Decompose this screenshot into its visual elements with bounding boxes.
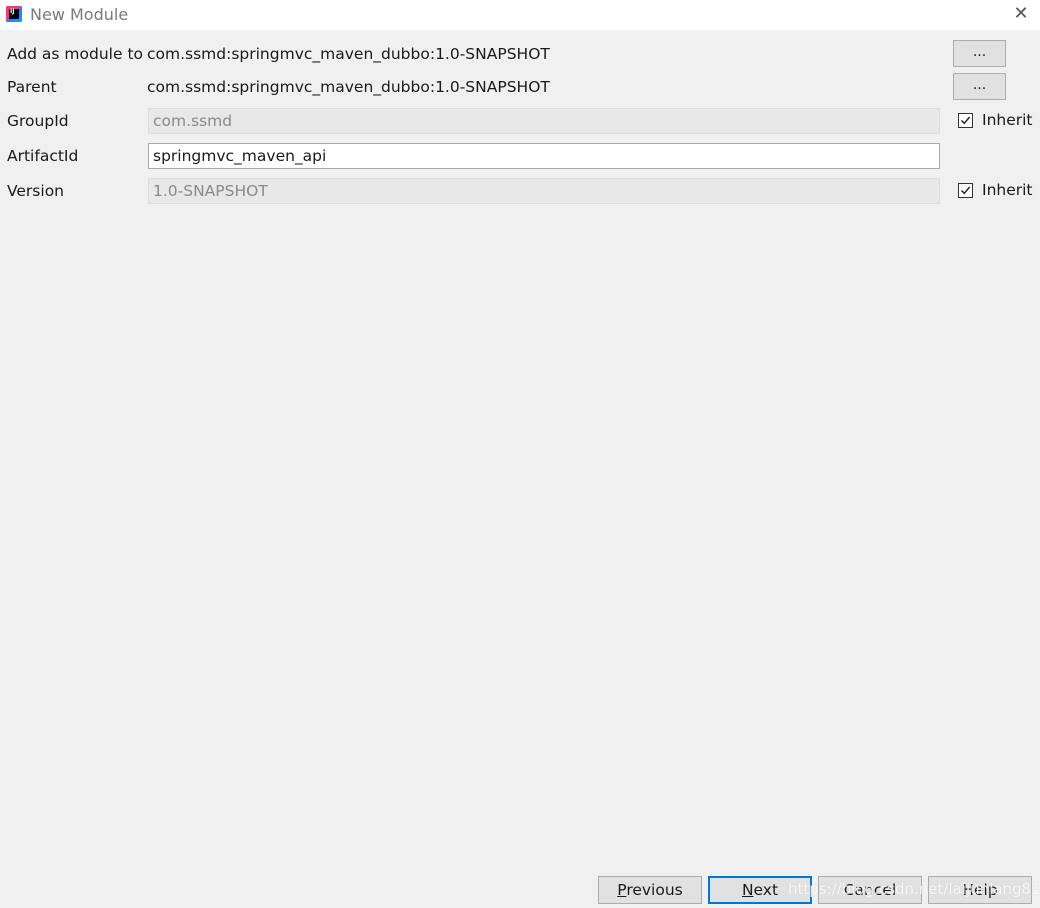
group-id-label: GroupId [7, 112, 69, 130]
add-as-module-label: Add as module to [7, 45, 144, 63]
parent-browse-button[interactable]: ... [953, 73, 1006, 100]
cancel-button[interactable]: Cancel [818, 876, 922, 904]
group-id-inherit-label: Inherit [982, 111, 1033, 129]
help-button[interactable]: Help [928, 876, 1032, 904]
parent-value: com.ssmd:springmvc_maven_dubbo:1.0-SNAPS… [147, 78, 550, 96]
window-title: New Module [30, 5, 129, 24]
add-as-module-value: com.ssmd:springmvc_maven_dubbo:1.0-SNAPS… [147, 45, 550, 63]
checkmark-icon [961, 186, 971, 195]
group-id-field[interactable]: com.ssmd [148, 108, 940, 134]
version-label: Version [7, 182, 64, 200]
close-icon[interactable]: ✕ [1010, 3, 1032, 25]
intellij-idea-icon: IJ [6, 6, 22, 22]
next-button[interactable]: Next [708, 876, 812, 904]
checkbox-box[interactable] [958, 183, 973, 198]
version-inherit-label: Inherit [982, 181, 1033, 199]
parent-label: Parent [7, 78, 57, 96]
version-field[interactable]: 1.0-SNAPSHOT [148, 178, 940, 204]
next-label: ext [753, 881, 779, 899]
artifact-id-field[interactable]: springmvc_maven_api [148, 143, 940, 169]
checkmark-icon [961, 116, 971, 125]
next-mnemonic: N [741, 881, 754, 899]
previous-button[interactable]: Previous [598, 876, 702, 904]
previous-mnemonic: P [617, 881, 627, 899]
artifact-id-label: ArtifactId [7, 147, 79, 165]
title-bar: IJ New Module ✕ [0, 0, 1040, 30]
checkbox-box[interactable] [958, 113, 973, 128]
add-as-module-browse-button[interactable]: ... [953, 40, 1006, 67]
previous-label: revious [626, 881, 683, 899]
